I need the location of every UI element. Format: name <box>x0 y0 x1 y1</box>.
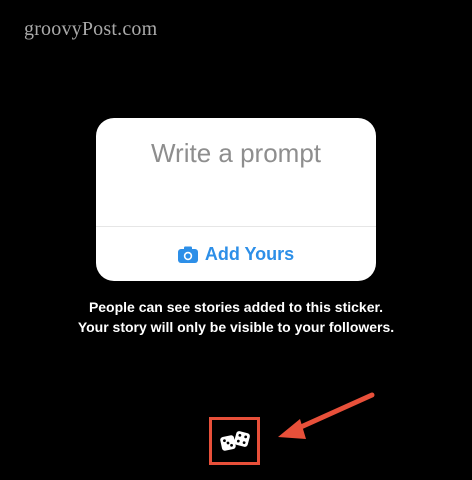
add-yours-button[interactable]: Add Yours <box>96 227 376 281</box>
prompt-input[interactable]: Write a prompt <box>96 118 376 226</box>
dice-icon <box>220 431 250 451</box>
add-yours-label: Add Yours <box>204 243 295 264</box>
camera-icon <box>177 246 198 263</box>
watermark: groovyPost.com <box>24 18 158 40</box>
arrow-icon <box>278 392 375 439</box>
dice-button[interactable] <box>215 423 255 459</box>
info-text: People can see stories added to this sti… <box>77 299 395 335</box>
add-yours-sticker: Write a prompt Add Yours <box>96 118 376 281</box>
